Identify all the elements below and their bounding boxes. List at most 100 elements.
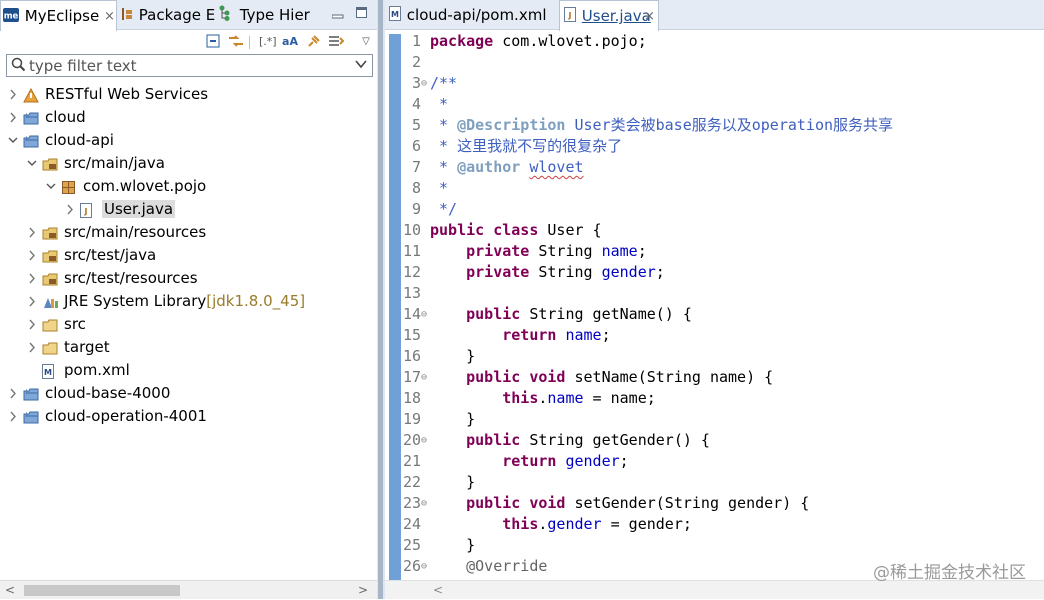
- code-token: String getName() {: [520, 305, 692, 323]
- code-text: * @author wlovet: [430, 157, 584, 178]
- code-token: gender: [601, 263, 656, 281]
- code-text: * @Description User类会被base服务以及operation服…: [430, 115, 893, 136]
- pin-icon[interactable]: [306, 34, 322, 50]
- link-with-editor-icon[interactable]: [228, 34, 244, 50]
- regex-filter-icon[interactable]: [.*]: [259, 34, 277, 50]
- line-number: 16: [402, 347, 421, 365]
- code-line[interactable]: 5 * @Description User类会被base服务以及operatio…: [385, 115, 1044, 136]
- code-line[interactable]: 16 }: [385, 346, 1044, 367]
- chevron-down-icon[interactable]: [8, 129, 18, 160]
- code-token: class: [493, 221, 539, 239]
- code-line[interactable]: 23 ⊖ public void setGender(String gender)…: [385, 493, 1044, 514]
- code-token: */: [430, 200, 458, 218]
- svg-text:J: J: [25, 113, 27, 119]
- close-icon[interactable]: ×: [644, 2, 655, 32]
- code-line[interactable]: 1 package com.wlovet.pojo;: [385, 31, 1044, 52]
- code-line[interactable]: 15 return name;: [385, 325, 1044, 346]
- scroll-left-icon[interactable]: <: [5, 581, 15, 600]
- code-text: }: [430, 535, 475, 556]
- fold-toggle-icon[interactable]: ⊖: [421, 556, 427, 577]
- left-tab-bar: me MyEclipse × Package E Type Hier: [0, 0, 377, 31]
- line-number: 11: [402, 242, 421, 260]
- filters-icon[interactable]: [328, 34, 345, 50]
- horizontal-scrollbar[interactable]: < >: [0, 580, 377, 599]
- tab-label: Type Hier: [239, 6, 310, 24]
- tab-label: User.java: [581, 7, 651, 25]
- scroll-left-icon[interactable]: <: [433, 581, 443, 600]
- code-token: ;: [637, 242, 647, 260]
- line-number: 2: [411, 53, 421, 71]
- svg-text:J: J: [568, 11, 572, 20]
- chevron-down-icon[interactable]: [27, 152, 37, 183]
- code-token: setGender(String gender) {: [565, 494, 810, 512]
- collapse-all-icon[interactable]: [205, 34, 221, 50]
- close-icon[interactable]: ×: [104, 2, 115, 31]
- chevron-right-icon[interactable]: [8, 405, 18, 436]
- code-line[interactable]: 12 private String gender;: [385, 262, 1044, 283]
- tab-package-explorer[interactable]: Package E: [120, 0, 215, 30]
- line-number: 24: [402, 515, 421, 533]
- code-line[interactable]: 9 */: [385, 199, 1044, 220]
- scrollbar-thumb[interactable]: [24, 585, 180, 596]
- filter-dropdown-icon[interactable]: [355, 55, 367, 76]
- fold-toggle-icon[interactable]: ⊖: [421, 430, 427, 451]
- line-number: 21: [402, 452, 421, 470]
- code-line[interactable]: 4 *: [385, 94, 1044, 115]
- code-line[interactable]: 24 this.gender = gender;: [385, 514, 1044, 535]
- search-icon: [11, 57, 26, 76]
- code-token: gender: [565, 452, 620, 470]
- code-line[interactable]: 8 *: [385, 178, 1044, 199]
- package-icon: [61, 179, 77, 194]
- tab-type-hierarchy[interactable]: Type Hier: [218, 0, 338, 30]
- code-line[interactable]: 13: [385, 283, 1044, 304]
- tab-myeclipse[interactable]: me MyEclipse ×: [0, 0, 117, 31]
- code-line[interactable]: 18 this.name = name;: [385, 388, 1044, 409]
- tab-pom-xml[interactable]: M cloud-api/pom.xml: [385, 0, 557, 30]
- case-sensitive-icon[interactable]: aA: [282, 34, 298, 50]
- chevron-right-icon[interactable]: [27, 336, 37, 367]
- code-token: User类会被base服务以及operation服务共享: [565, 116, 894, 134]
- code-token: }: [430, 536, 476, 554]
- code-line[interactable]: 21 return gender;: [385, 451, 1044, 472]
- code-line[interactable]: 7 * @author wlovet: [385, 157, 1044, 178]
- minimize-button[interactable]: [331, 7, 344, 19]
- svg-text:me: me: [4, 11, 19, 21]
- code-text: }: [430, 409, 475, 430]
- fold-toggle-icon[interactable]: ⊖: [421, 304, 427, 325]
- code-line[interactable]: 6 * 这里我就不写的很复杂了: [385, 136, 1044, 157]
- line-number: 4: [411, 95, 421, 113]
- pane-splitter[interactable]: [377, 0, 385, 599]
- code-line[interactable]: 11 private String name;: [385, 241, 1044, 262]
- code-line[interactable]: 2: [385, 52, 1044, 73]
- code-line[interactable]: 20 ⊖ public String getGender() {: [385, 430, 1044, 451]
- fold-toggle-icon[interactable]: ⊖: [421, 73, 427, 94]
- view-menu-icon[interactable]: ▽: [358, 34, 374, 50]
- svg-text:J: J: [25, 412, 27, 418]
- tree-item-text: JRE System Library: [64, 292, 207, 310]
- code-line[interactable]: 14 ⊖ public String getName() {: [385, 304, 1044, 325]
- filter-input[interactable]: [29, 56, 349, 75]
- editor-area: M cloud-api/pom.xml J User.java × 1 packa…: [385, 0, 1044, 599]
- fold-toggle-icon[interactable]: ⊖: [421, 493, 427, 514]
- code-token: private: [466, 263, 530, 281]
- code-line[interactable]: 10 public class User {: [385, 220, 1044, 241]
- code-line[interactable]: 25 }: [385, 535, 1044, 556]
- code-token: this: [502, 389, 539, 407]
- code-line[interactable]: 22 }: [385, 472, 1044, 493]
- code-line[interactable]: 3 ⊖/**: [385, 73, 1044, 94]
- code-token: = gender;: [601, 515, 692, 533]
- fold-toggle-icon[interactable]: ⊖: [421, 367, 427, 388]
- folder-icon: [42, 317, 58, 332]
- code-token: @Override: [466, 557, 548, 575]
- chevron-down-icon[interactable]: [46, 175, 56, 206]
- maximize-button[interactable]: [356, 5, 368, 18]
- code-line[interactable]: 17 ⊖ public void setName(String name) {: [385, 367, 1044, 388]
- tree-item-label: cloud: [45, 106, 86, 129]
- scroll-right-icon[interactable]: >: [358, 581, 368, 600]
- code-token: void: [529, 368, 566, 386]
- tab-user-java[interactable]: J User.java ×: [559, 0, 659, 31]
- code-line[interactable]: 19 }: [385, 409, 1044, 430]
